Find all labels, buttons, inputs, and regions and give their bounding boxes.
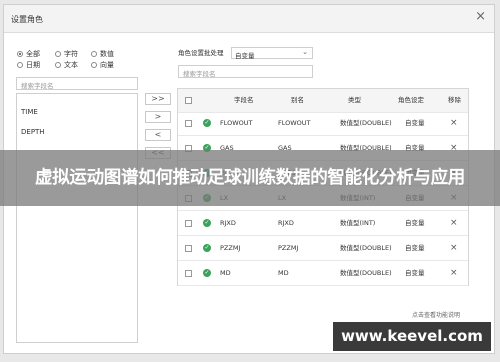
row-checkbox[interactable] xyxy=(185,220,192,227)
role-batch-value: 自变量 xyxy=(235,52,255,60)
move-left-button[interactable]: < xyxy=(145,129,171,141)
radio-label: 全部 xyxy=(26,50,40,58)
dialog-title: 设置角色 xyxy=(11,15,43,24)
table-header-row: 字段名 别名 类型 角色设定 移除 xyxy=(178,89,468,113)
remove-icon[interactable]: × xyxy=(450,262,458,285)
remove-icon[interactable]: × xyxy=(450,237,458,260)
move-right-button[interactable]: > xyxy=(145,111,171,123)
filter-radio-number[interactable]: 数值 xyxy=(91,49,114,59)
list-item[interactable]: DEPTH xyxy=(21,128,45,136)
list-item[interactable]: TIME xyxy=(21,108,38,116)
selected-field-search-input[interactable]: 搜索字段名 xyxy=(178,65,313,78)
cell-alias: FLOWOUT xyxy=(278,119,311,127)
radio-label: 向量 xyxy=(100,61,114,69)
table-row[interactable]: ✓ RJXD RJXD 数值型(INT) 自变量 × xyxy=(178,212,468,236)
filter-radio-vector[interactable]: 向量 xyxy=(91,60,114,70)
check-circle-icon: ✓ xyxy=(203,219,211,227)
radio-label: 文本 xyxy=(64,61,78,69)
radio-icon xyxy=(17,51,23,57)
header-type: 类型 xyxy=(348,96,361,104)
radio-icon xyxy=(91,62,97,68)
cell-role[interactable]: 自变量 xyxy=(405,212,425,235)
radio-icon xyxy=(91,51,97,57)
filter-radio-date[interactable]: 日期 xyxy=(17,60,40,70)
filter-radio-all[interactable]: 全部 xyxy=(17,49,40,59)
header-field: 字段名 xyxy=(234,96,254,104)
field-search-input[interactable]: 搜索字段名 xyxy=(16,77,138,90)
radio-label: 数值 xyxy=(100,50,114,58)
cell-role[interactable]: 自变量 xyxy=(405,237,425,260)
cell-role[interactable]: 自变量 xyxy=(405,262,425,285)
radio-icon xyxy=(55,51,61,57)
role-batch-select[interactable]: 自变量 ⌄ xyxy=(231,47,313,60)
remove-icon[interactable]: × xyxy=(450,112,458,135)
row-checkbox[interactable] xyxy=(185,245,192,252)
select-all-checkbox[interactable] xyxy=(185,97,192,104)
remove-icon[interactable]: × xyxy=(450,212,458,235)
table-row[interactable]: ✓ MD MD 数值型(DOUBLE) 自变量 × xyxy=(178,262,468,286)
cell-role[interactable]: 自变量 xyxy=(405,112,425,135)
check-circle-icon: ✓ xyxy=(203,244,211,252)
radio-label: 日期 xyxy=(26,61,40,69)
dialog-titlebar: 设置角色 × xyxy=(4,5,494,33)
cell-type: 数值型(DOUBLE) xyxy=(340,244,392,252)
table-row[interactable]: ✓ FLOWOUT FLOWOUT 数值型(DOUBLE) 自变量 × xyxy=(178,112,468,136)
cell-type: 数值型(DOUBLE) xyxy=(340,119,392,127)
radio-icon xyxy=(55,62,61,68)
close-icon[interactable]: × xyxy=(475,10,486,23)
role-batch-label: 角色设置批处理 xyxy=(178,49,224,57)
header-role: 角色设定 xyxy=(398,96,424,104)
filter-radio-string[interactable]: 字符 xyxy=(55,49,78,59)
table-row[interactable]: ✓ PZZMJ PZZMJ 数值型(DOUBLE) 自变量 × xyxy=(178,237,468,261)
row-checkbox[interactable] xyxy=(185,120,192,127)
cell-type: 数值型(INT) xyxy=(340,219,376,227)
cell-field: RJXD xyxy=(220,219,236,227)
radio-label: 字符 xyxy=(64,50,78,58)
check-circle-icon: ✓ xyxy=(203,119,211,127)
cell-field: FLOWOUT xyxy=(220,119,253,127)
cell-type: 数值型(DOUBLE) xyxy=(340,269,392,277)
available-field-list: TIME DEPTH xyxy=(16,93,138,343)
cell-field: PZZMJ xyxy=(220,244,241,252)
cell-alias: PZZMJ xyxy=(278,244,299,252)
chevron-down-icon: ⌄ xyxy=(302,48,308,56)
site-watermark: www.keevel.com xyxy=(333,322,491,351)
check-circle-icon: ✓ xyxy=(203,269,211,277)
row-checkbox[interactable] xyxy=(185,270,192,277)
radio-icon xyxy=(17,62,23,68)
cell-alias: RJXD xyxy=(278,219,294,227)
help-link[interactable]: 点击查看功能说明 xyxy=(412,310,460,319)
filter-radio-text[interactable]: 文本 xyxy=(55,60,78,70)
header-alias: 别名 xyxy=(291,96,304,104)
header-remove: 移除 xyxy=(448,96,461,104)
overlay-title: 虚拟运动图谱如何推动足球训练数据的智能化分析与应用 xyxy=(35,168,465,188)
cell-alias: MD xyxy=(278,269,289,277)
move-all-right-button[interactable]: >> xyxy=(145,93,171,105)
cell-field: MD xyxy=(220,269,231,277)
